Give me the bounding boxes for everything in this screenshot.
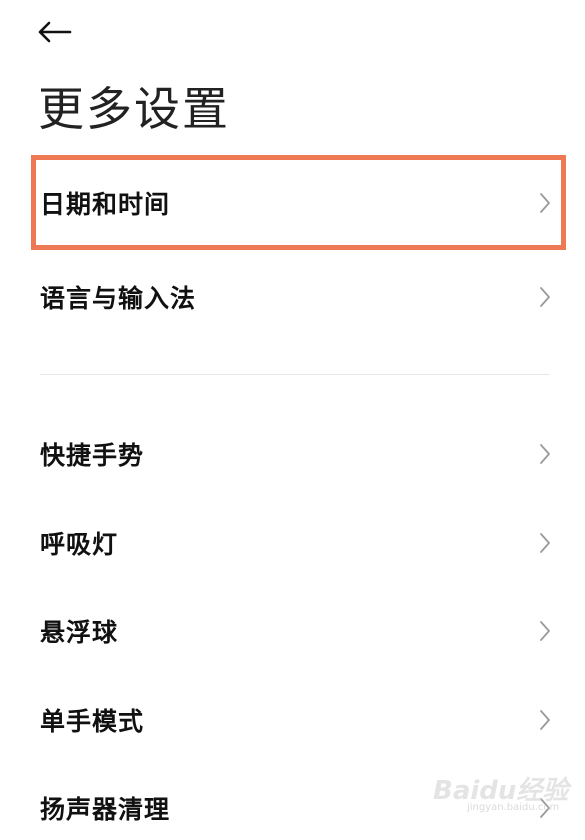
settings-item-label: 日期和时间	[40, 190, 171, 219]
chevron-right-icon	[540, 710, 550, 730]
settings-item-label: 悬浮球	[40, 618, 119, 647]
chevron-right-icon	[540, 193, 550, 213]
settings-item-speaker-cleaning[interactable]: 扬声器清理	[0, 776, 585, 840]
section-divider	[40, 374, 550, 375]
chevron-right-icon	[540, 621, 550, 641]
settings-item-breathing-light[interactable]: 呼吸灯	[0, 511, 585, 575]
chevron-right-icon	[540, 444, 550, 464]
settings-item-label: 单手模式	[40, 707, 145, 736]
chevron-right-icon	[540, 533, 550, 553]
settings-item-label: 呼吸灯	[40, 530, 119, 559]
chevron-right-icon	[540, 287, 550, 307]
page-title: 更多设置	[38, 82, 230, 136]
chevron-right-icon	[540, 798, 550, 818]
settings-item-one-handed-mode[interactable]: 单手模式	[0, 688, 585, 752]
settings-item-date-time[interactable]: 日期和时间	[0, 171, 585, 235]
arrow-left-icon	[38, 21, 72, 43]
settings-item-language-input[interactable]: 语言与输入法	[0, 265, 585, 329]
settings-item-label: 扬声器清理	[40, 795, 171, 824]
settings-item-label: 语言与输入法	[40, 284, 197, 313]
settings-item-floating-ball[interactable]: 悬浮球	[0, 599, 585, 663]
settings-item-quick-gestures[interactable]: 快捷手势	[0, 422, 585, 486]
back-button[interactable]	[36, 14, 80, 50]
settings-item-label: 快捷手势	[40, 441, 145, 470]
